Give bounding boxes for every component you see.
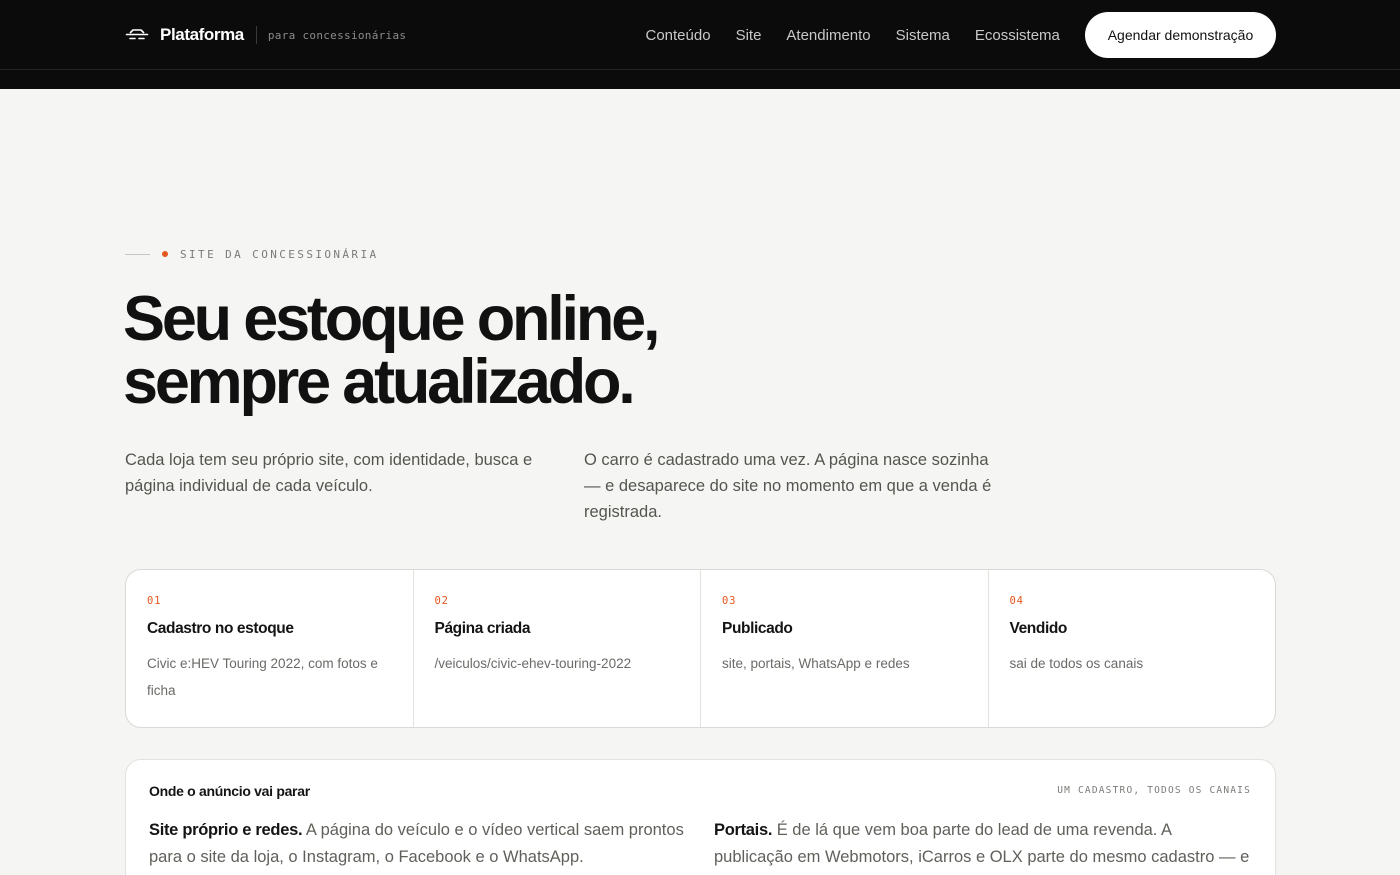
step-number: 03 bbox=[722, 595, 737, 607]
step-number: 04 bbox=[1009, 595, 1024, 607]
page-title: Seu estoque online, sempre atualizado. bbox=[123, 288, 823, 414]
lead-paragraph-left: Cada loja tem seu próprio site, com iden… bbox=[125, 451, 533, 495]
step-title: Página criada bbox=[434, 620, 531, 637]
step-item: 03 Publicado site, portais, WhatsApp e r… bbox=[701, 570, 989, 727]
eyebrow-line bbox=[125, 253, 150, 255]
page-title-line-1: Seu estoque online, bbox=[123, 284, 660, 354]
step-title: Cadastro no estoque bbox=[147, 620, 294, 637]
nav-link-sistema[interactable]: Sistema bbox=[896, 27, 950, 44]
steps-card: 01 Cadastro no estoque Civic e:HEV Touri… bbox=[125, 569, 1276, 728]
step-description: site, portais, WhatsApp e redes bbox=[722, 656, 910, 671]
channels-title: Onde o anúncio vai parar bbox=[149, 783, 310, 799]
channel-portais: Portais. É de lá que vem boa parte do le… bbox=[714, 817, 1254, 875]
lead-paragraph-right: O carro é cadastrado uma vez. A página n… bbox=[584, 451, 992, 521]
nav-link-ecossistema[interactable]: Ecossistema bbox=[975, 27, 1060, 44]
channels-tag: UM CADASTRO, TODOS OS CANAIS bbox=[1057, 785, 1251, 796]
section-eyebrow: SITE DA CONCESSIONÁRIA bbox=[125, 246, 379, 262]
step-description: sai de todos os canais bbox=[1009, 656, 1144, 671]
step-description: /veiculos/civic-ehev-touring-2022 bbox=[434, 656, 632, 671]
channel-portais-text: É de lá que vem boa parte do lead de uma… bbox=[714, 821, 1250, 866]
header-bottom-strip bbox=[0, 70, 1400, 89]
brand-name: Plataforma bbox=[160, 25, 244, 44]
car-icon bbox=[125, 27, 149, 43]
step-number: 02 bbox=[434, 595, 449, 607]
eyebrow-label: SITE DA CONCESSIONÁRIA bbox=[180, 247, 379, 261]
channels-card: Onde o anúncio vai parar UM CADASTRO, TO… bbox=[125, 759, 1276, 875]
schedule-demo-button[interactable]: Agendar demonstração bbox=[1085, 12, 1276, 58]
nav-link-site[interactable]: Site bbox=[736, 27, 762, 44]
main-nav: Conteúdo Site Atendimento Sistema Ecossi… bbox=[633, 0, 1072, 70]
step-number: 01 bbox=[147, 595, 162, 607]
step-title: Vendido bbox=[1009, 620, 1068, 637]
nav-link-conteudo[interactable]: Conteúdo bbox=[646, 27, 711, 44]
channel-site-redes-lead: Site próprio e redes. bbox=[149, 821, 303, 839]
channel-portais-lead: Portais. bbox=[714, 821, 773, 839]
channel-site-redes: Site próprio e redes. A página do veícul… bbox=[149, 817, 689, 871]
step-item: 04 Vendido sai de todos os canais bbox=[989, 570, 1276, 727]
eyebrow-dot-icon bbox=[162, 251, 168, 257]
step-title: Publicado bbox=[722, 620, 793, 637]
top-navigation-bar: Plataforma para concessionárias Conteúdo… bbox=[0, 0, 1400, 70]
brand-tagline: para concessionárias bbox=[267, 28, 407, 42]
page-title-line-2: sempre atualizado. bbox=[123, 347, 636, 417]
brand[interactable]: Plataforma para concessionárias bbox=[125, 0, 406, 70]
step-description: Civic e:HEV Touring 2022, com fotos e fi… bbox=[147, 656, 378, 698]
step-item: 02 Página criada /veiculos/civic-ehev-to… bbox=[414, 570, 701, 727]
nav-link-atendimento[interactable]: Atendimento bbox=[786, 27, 870, 44]
brand-divider bbox=[255, 26, 257, 44]
step-item: 01 Cadastro no estoque Civic e:HEV Touri… bbox=[126, 570, 414, 727]
